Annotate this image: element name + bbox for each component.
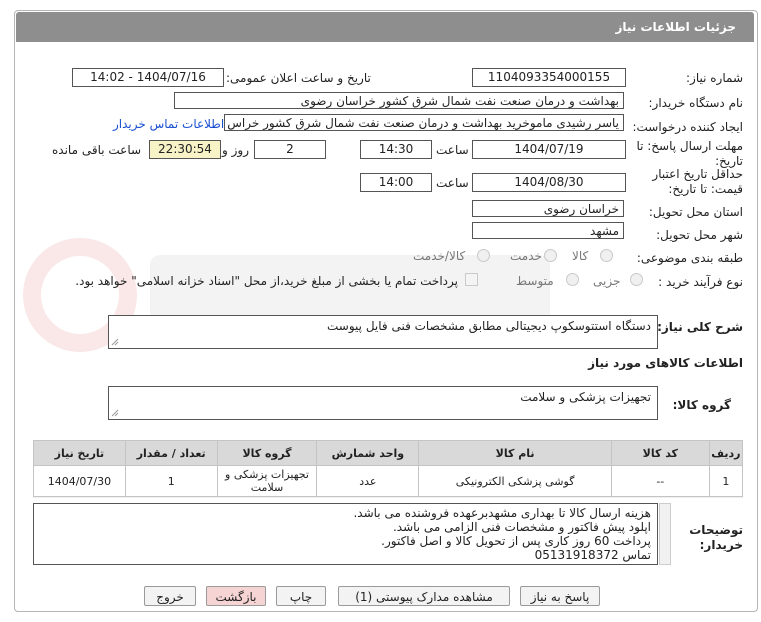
requester-field: یاسر رشیدی ماموخرید بهداشت و درمان صنعت … (224, 114, 624, 131)
table-header-row: ردیف کد کالا نام کالا واحد شمارش گروه کا… (33, 440, 744, 466)
buyer-label: نام دستگاه خریدار: (648, 96, 744, 110)
deadline-date-field: 1404/07/19 (472, 140, 626, 159)
col-unit-header: واحد شمارش (316, 440, 420, 466)
page-header: جزئیات اطلاعات نیاز (16, 12, 754, 42)
category-goods-radio[interactable] (600, 249, 613, 262)
treasury-note: پرداخت تمام یا بخشی از مبلغ خرید،از محل … (75, 274, 458, 288)
print-button[interactable]: چاپ (276, 586, 326, 606)
days-label: روز و (222, 143, 249, 157)
deadline-label-date: تاریخ: (715, 154, 743, 168)
buyer-field: بهداشت و درمان صنعت نفت شمال شرق کشور خر… (174, 92, 624, 109)
days-field: 2 (254, 140, 326, 159)
cell-row: 1 (708, 465, 744, 497)
need-number-field: 1104093354000155 (472, 68, 626, 87)
validity-date-field: 1404/08/30 (472, 173, 626, 192)
purchase-medium-radio[interactable] (566, 273, 579, 286)
page-title: جزئیات اطلاعات نیاز (615, 20, 736, 34)
items-table: ردیف کد کالا نام کالا واحد شمارش گروه کا… (33, 440, 744, 497)
city-label: شهر محل تحویل: (656, 228, 743, 242)
buyer-contact-link[interactable]: اطلاعات تماس خریدار (113, 117, 224, 131)
validity-time-field: 14:00 (360, 173, 432, 192)
goods-group-text: تجهیزات پزشکی و سلامت (520, 390, 651, 404)
category-goods-label: کالا (572, 249, 589, 263)
description-text: دستگاه استتوسکوپ دیجیتالی مطابق مشخصات ف… (327, 319, 651, 333)
deadline-label: مهلت ارسال پاسخ: تا (636, 139, 743, 153)
description-label: شرح کلی نیاز: (657, 320, 743, 334)
validity-time-label: ساعت (436, 176, 469, 190)
buyer-note-line: اپلود پیش فاکتور و مشخصات فنی الزامی می … (392, 520, 651, 534)
need-number-label: شماره نیاز: (686, 71, 743, 85)
goods-info-heading: اطلاعات کالاهای مورد نیاز (588, 356, 743, 370)
remaining-time-field: 22:30:54 (149, 140, 221, 159)
deadline-time-field: 14:30 (360, 140, 432, 159)
col-group-header: گروه کالا (216, 440, 318, 466)
cell-name: گوشی پزشکی الکترونیکی (418, 465, 612, 497)
category-goods-service-label: کالا/خدمت (413, 249, 466, 263)
deadline-time-label: ساعت (436, 143, 469, 157)
province-field: خراسان رضوی (472, 200, 624, 217)
purchase-minor-radio[interactable] (630, 273, 643, 286)
cell-group: تجهیزات پزشکی و سلامت (216, 465, 318, 497)
goods-group-label: گروه کالا: (672, 398, 731, 412)
cell-unit: عدد (316, 465, 420, 497)
col-name-header: نام کالا (418, 440, 612, 466)
announce-label: تاریخ و ساعت اعلان عمومی: (226, 71, 371, 85)
cell-qty: 1 (124, 465, 218, 497)
buyer-notes-textarea[interactable]: هزینه ارسال کالا تا بهداری مشهدبرعهده فر… (33, 503, 658, 565)
purchase-minor-label: جزیی (593, 274, 621, 288)
purchase-medium-label: متوسط (516, 274, 554, 288)
resize-grip-icon[interactable] (111, 338, 119, 346)
category-service-radio[interactable] (544, 249, 557, 262)
goods-group-textarea[interactable]: تجهیزات پزشکی و سلامت (108, 386, 658, 420)
buyer-note-line: تماس 05131918372 (534, 548, 651, 562)
description-textarea[interactable]: دستگاه استتوسکوپ دیجیتالی مطابق مشخصات ف… (108, 315, 658, 349)
col-row-header: ردیف (708, 440, 744, 466)
category-service-label: خدمت (510, 249, 542, 263)
announce-datetime-field: 1404/07/16 - 14:02 (72, 68, 224, 87)
treasury-checkbox[interactable] (465, 273, 478, 286)
back-button[interactable]: بازگشت (206, 586, 266, 606)
cell-code: -- (610, 465, 710, 497)
buyer-note-line: هزینه ارسال کالا تا بهداری مشهدبرعهده فر… (353, 506, 651, 520)
notes-scrollbar[interactable] (659, 503, 671, 565)
requester-label: ایجاد کننده درخواست: (632, 120, 743, 134)
validity-label-date: قیمت: تا تاریخ: (668, 182, 743, 196)
respond-button[interactable]: پاسخ به نیاز (520, 586, 600, 606)
resize-grip-icon[interactable] (111, 409, 119, 417)
buyer-notes-label-2: خریدار: (699, 538, 743, 552)
col-code-header: کد کالا (610, 440, 710, 466)
category-goods-service-radio[interactable] (477, 249, 490, 262)
attachments-button[interactable]: مشاهده مدارک پیوستی (1) (338, 586, 510, 606)
remaining-label: ساعت باقی مانده (52, 143, 142, 157)
col-date-header: تاریخ نیاز (33, 440, 126, 466)
col-qty-header: تعداد / مقدار (124, 440, 218, 466)
validity-label: حداقل تاریخ اعتبار (652, 167, 743, 181)
purchase-type-label: نوع فرآیند خرید : (658, 275, 743, 289)
table-row: 1 -- گوشی پزشکی الکترونیکی عدد تجهیزات پ… (33, 465, 744, 497)
province-label: استان محل تحویل: (648, 205, 743, 219)
city-field: مشهد (472, 222, 624, 239)
cell-date: 1404/07/30 (33, 465, 126, 497)
category-label: طبقه بندی موضوعی: (636, 251, 743, 265)
exit-button[interactable]: خروج (144, 586, 196, 606)
buyer-note-line: پرداخت 60 روز کاری پس از تحویل کالا و اص… (381, 534, 651, 548)
buyer-notes-label: توضیحات (689, 523, 743, 537)
